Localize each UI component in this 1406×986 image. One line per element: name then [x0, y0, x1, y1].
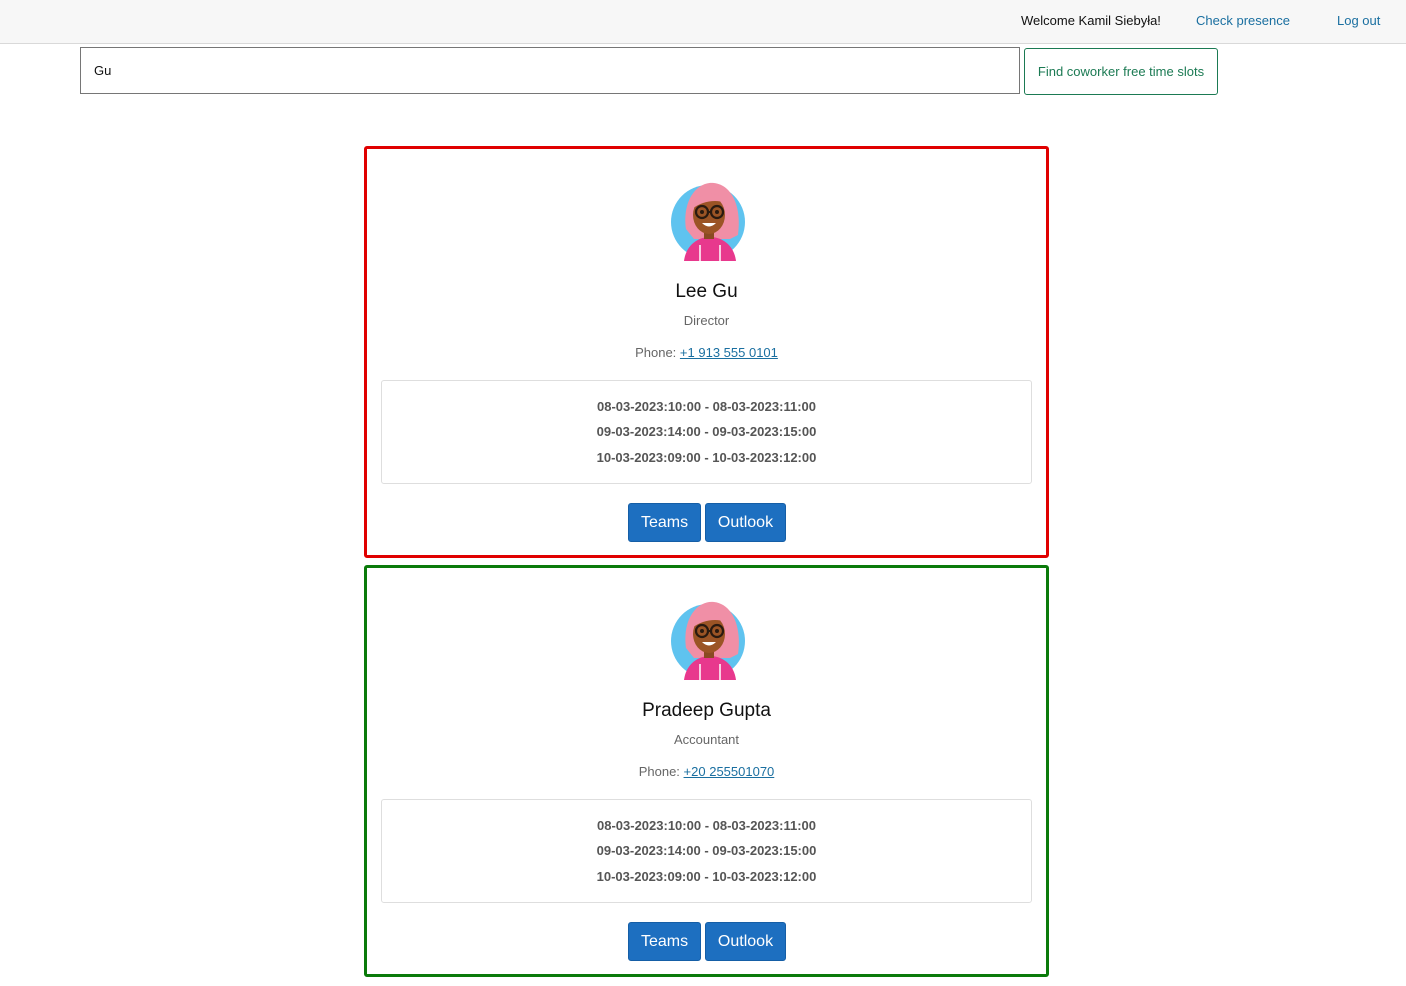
top-navbar: Welcome Kamil Siebyła! Check presence Lo… [0, 0, 1406, 44]
free-slot: 08-03-2023:10:00 - 08-03-2023:11:00 [597, 399, 816, 414]
coworker-card: Lee Gu Director Phone: +1 913 555 0101 0… [364, 146, 1049, 558]
person-avatar-icon [671, 601, 745, 680]
logout-link[interactable]: Log out [1337, 13, 1380, 28]
phone-link[interactable]: +1 913 555 0101 [680, 345, 778, 360]
phone-label: Phone: [638, 764, 680, 779]
coworker-phone: Phone: +1 913 555 0101 [367, 345, 1046, 360]
teams-button[interactable]: Teams [628, 922, 701, 961]
free-slots-list: 08-03-2023:10:00 - 08-03-2023:11:00 09-0… [381, 380, 1032, 484]
free-slot: 08-03-2023:10:00 - 08-03-2023:11:00 [597, 818, 816, 833]
find-free-slots-button[interactable]: Find coworker free time slots [1024, 48, 1218, 95]
free-slot: 09-03-2023:14:00 - 09-03-2023:15:00 [596, 843, 817, 858]
coworker-role: Accountant [673, 732, 740, 747]
free-slot: 10-03-2023:09:00 - 10-03-2023:12:00 [596, 450, 817, 465]
coworker-role: Director [683, 313, 730, 328]
welcome-text: Welcome Kamil Siebyła! [1021, 13, 1161, 28]
coworker-card: Pradeep Gupta Accountant Phone: +20 2555… [364, 565, 1049, 977]
phone-label: Phone: [635, 345, 677, 360]
free-slot: 10-03-2023:09:00 - 10-03-2023:12:00 [596, 869, 817, 884]
teams-button[interactable]: Teams [628, 503, 701, 542]
outlook-button[interactable]: Outlook [705, 503, 786, 542]
check-presence-link[interactable]: Check presence [1196, 13, 1290, 28]
free-slot: 09-03-2023:14:00 - 09-03-2023:15:00 [596, 424, 817, 439]
free-slots-list: 08-03-2023:10:00 - 08-03-2023:11:00 09-0… [381, 799, 1032, 903]
outlook-button[interactable]: Outlook [705, 922, 786, 961]
person-avatar-icon [671, 182, 745, 261]
coworker-search-input[interactable] [80, 47, 1020, 94]
phone-link[interactable]: +20 255501070 [684, 764, 775, 779]
coworker-name: Pradeep Gupta [642, 700, 771, 721]
coworker-phone: Phone: +20 255501070 [367, 764, 1046, 779]
coworker-name: Lee Gu [675, 281, 738, 302]
